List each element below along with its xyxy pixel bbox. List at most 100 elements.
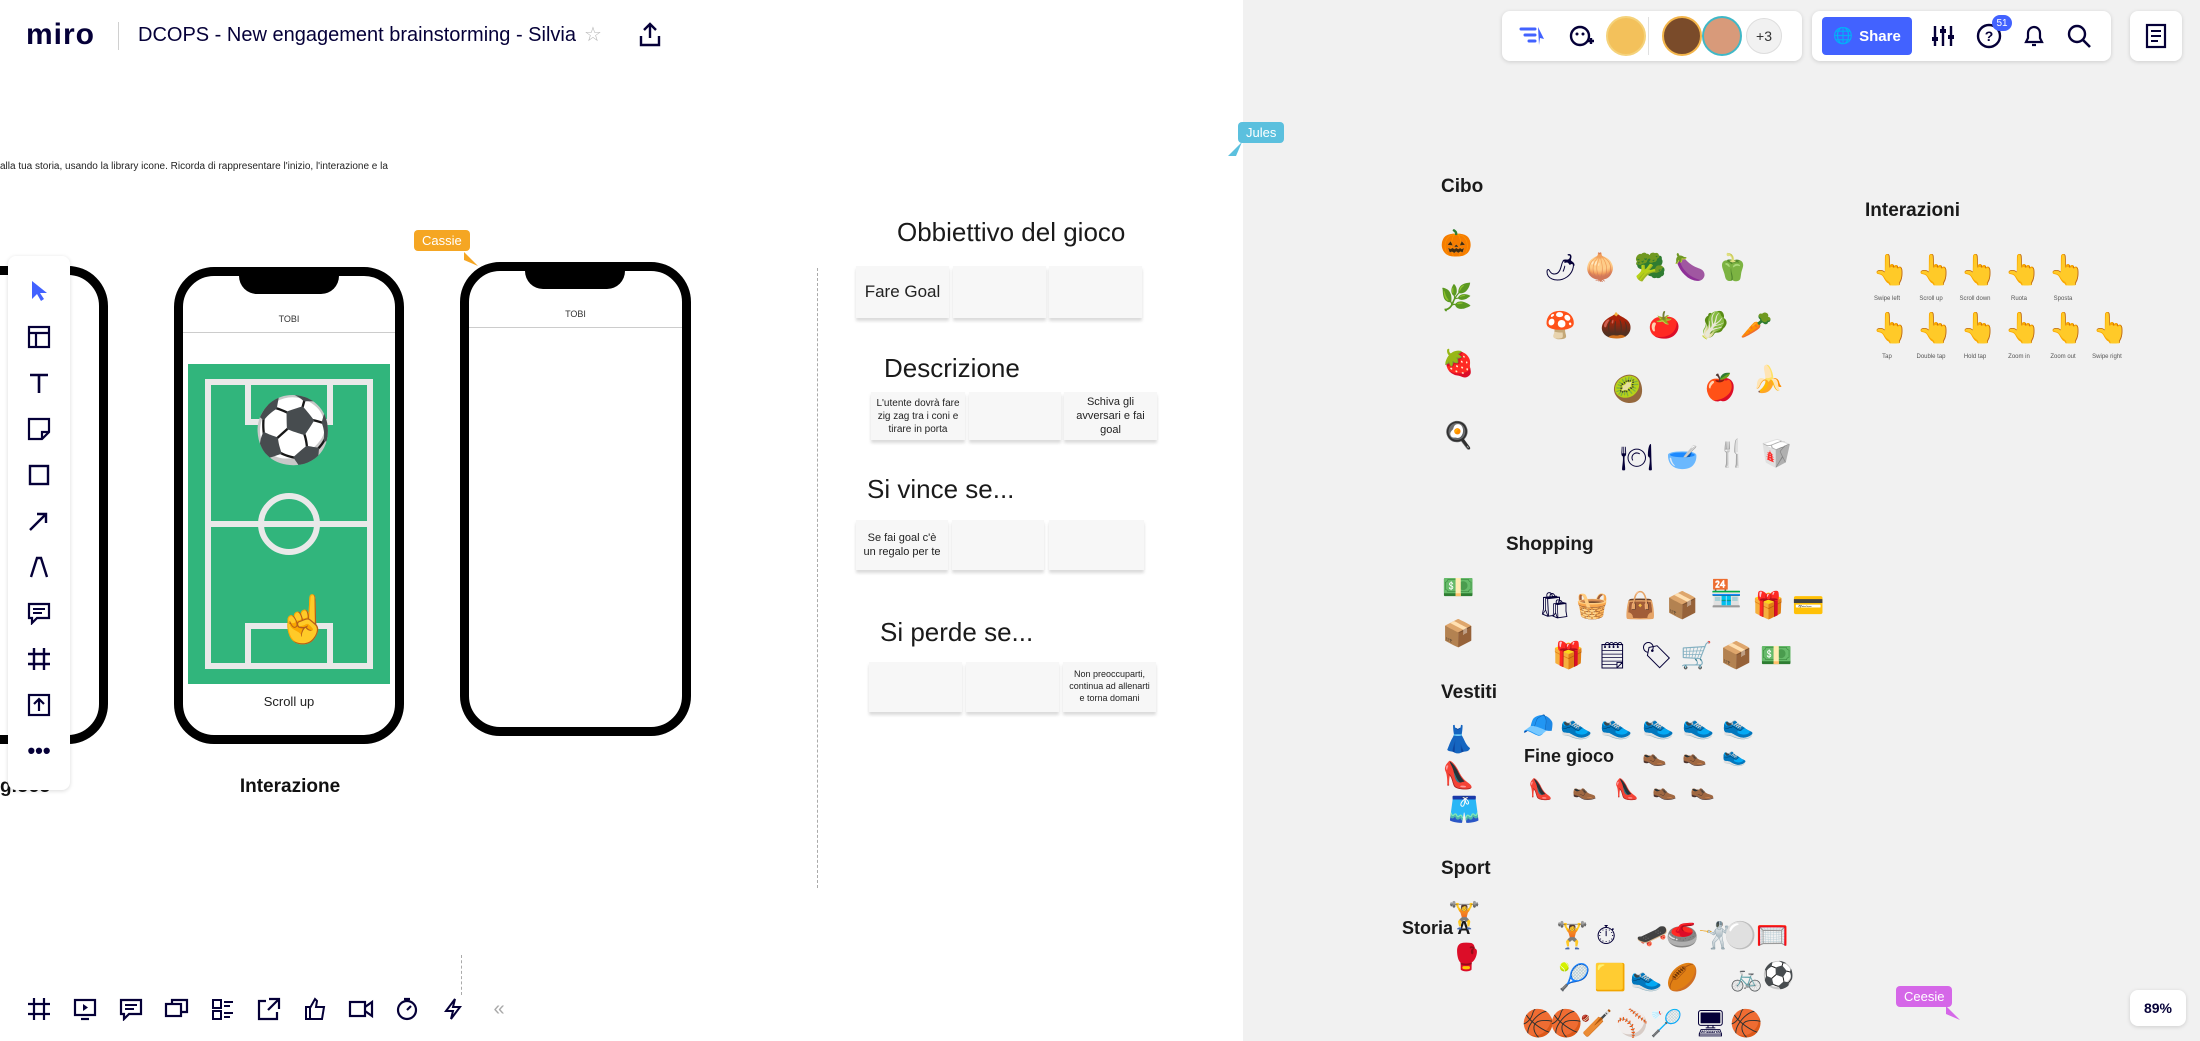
comment-icon[interactable] [22,596,56,630]
reactions-icon[interactable] [1518,23,1546,54]
cutlery-icon[interactable]: 🍴 [1716,440,1748,466]
avatar-user-1[interactable] [1606,16,1646,56]
sticky-note[interactable] [1049,266,1142,318]
swipe-right-gesture-icon[interactable]: 👆 [2092,314,2129,344]
shape-icon[interactable] [22,458,56,492]
board-list-icon[interactable] [206,992,240,1026]
frames-icon[interactable] [22,992,56,1026]
box-icon[interactable]: 📦 [1442,620,1474,646]
hoop-icon[interactable]: 🏀 [1730,1010,1762,1036]
rugby-ball-icon[interactable]: 🏉 [1666,964,1698,990]
broccoli-icon[interactable]: 🥦 [1634,254,1666,280]
eggplant-icon[interactable]: 🍆 [1674,254,1706,280]
zoom-out-gesture-icon[interactable]: 👆 [2048,314,2085,344]
skateboard-icon[interactable]: 🛹 [1636,922,1668,948]
zoom-level[interactable]: 89% [2130,990,2186,1026]
heel-icon[interactable]: 👠 [1528,780,1553,800]
money-icon[interactable]: 💵 [1442,574,1474,600]
miro-logo[interactable]: miro [26,18,95,52]
sneaker-icon[interactable]: 👟 [1600,712,1632,738]
sticky-note[interactable]: Se fai goal c'è un regalo per te [856,520,948,570]
gift-icon[interactable]: 🎁 [1752,592,1784,618]
frame-icon[interactable] [22,642,56,676]
scoreboard-icon[interactable]: 🖥 [1694,1010,1727,1036]
search-icon[interactable] [2066,23,2092,54]
gift-small-icon[interactable]: 🎁 [1552,642,1584,668]
collapse-icon[interactable]: « [482,992,516,1026]
tap-gesture-icon[interactable]: 👆 [1872,314,1909,344]
swipe-left-gesture-icon[interactable]: 👆 [1872,256,1909,286]
banana-icon[interactable]: 🍌 [1752,366,1784,392]
store-icon[interactable]: 🏪 [1710,580,1742,606]
basket-icon[interactable]: 🧺 [1576,592,1608,618]
avatar-user-2[interactable] [1662,16,1702,56]
video-icon[interactable] [344,992,378,1026]
stopwatch-icon[interactable]: ⏱ [1596,922,1616,948]
high-heel-icon[interactable]: 👠 [1442,762,1474,788]
sticky-note[interactable] [953,266,1046,318]
lettuce-icon[interactable]: 🥬 [1698,312,1730,338]
pepper-icon[interactable]: 🫑 [1716,254,1748,280]
heel-icon[interactable]: 👠 [1614,780,1639,800]
timer-icon[interactable] [390,992,424,1026]
card-icon[interactable]: 💳 [1792,592,1824,618]
asparagus-icon[interactable]: 🌿 [1440,284,1472,310]
badminton-icon[interactable]: 🏸 [1650,1010,1682,1036]
sticky-note[interactable] [969,392,1061,440]
ball-outline-icon[interactable]: ⚪ [1724,922,1756,948]
sticky-note[interactable]: L'utente dovrà fare zig zag tra i coni e… [871,392,965,440]
sticky-note[interactable]: Non preoccuparti, continua ad allenarti … [1063,662,1156,712]
basketball-icon[interactable]: 🏀 [1550,1010,1582,1036]
dish-icon[interactable]: 🥣 [1666,444,1698,470]
move-gesture-icon[interactable]: 👆 [2048,256,2085,286]
yellow-card-icon[interactable]: 🟨 [1594,964,1626,990]
add-collaborator-icon[interactable] [1568,23,1596,56]
scroll-up-gesture-icon[interactable]: 👆 [1916,256,1953,286]
pen-icon[interactable] [22,550,56,584]
baseball-icon[interactable]: ⚾ [1616,1010,1648,1036]
section-title-objective[interactable]: Obbiettivo del gioco [897,217,1125,248]
strawberry-icon[interactable]: 🍓 [1442,350,1474,376]
presentation-icon[interactable] [68,992,102,1026]
shoe-icon[interactable]: 👞 [1690,780,1715,800]
notes-icon[interactable] [2144,23,2168,54]
text-icon[interactable] [22,366,56,400]
more-collaborators[interactable]: +3 [1746,18,1782,54]
hold-tap-gesture-icon[interactable]: 👆 [1960,314,1997,344]
goal-net-icon[interactable]: 🥅 [1756,922,1788,948]
arrow-icon[interactable] [22,504,56,538]
frying-pan-icon[interactable]: 🍳 [1442,422,1474,448]
cap-icon[interactable]: 🧢 [1522,712,1554,738]
section-title-win[interactable]: Si vince se... [867,474,1014,505]
shoe-icon[interactable]: 👞 [1682,746,1707,766]
double-tap-gesture-icon[interactable]: 👆 [1916,314,1953,344]
export-icon[interactable] [638,22,662,48]
bell-icon[interactable] [2022,23,2046,54]
dumbbell-icon[interactable]: 🏋 [1448,902,1480,928]
apple-icon[interactable]: 🍎 [1704,374,1736,400]
bat-icon[interactable]: 🏏 [1580,1010,1612,1036]
shoe-icon[interactable]: 👞 [1652,780,1677,800]
sticky-note[interactable] [966,662,1059,712]
lightning-icon[interactable] [436,992,470,1026]
package-icon[interactable]: 📦 [1666,592,1698,618]
shorts-icon[interactable]: 🩳 [1448,796,1480,822]
phone-frame-end[interactable]: TOBI [460,262,691,736]
sticky-note-icon[interactable] [22,412,56,446]
sneaker-icon[interactable]: 👟 [1560,712,1592,738]
tennis-ball-icon[interactable]: 🎾 [1558,964,1590,990]
cash-icon[interactable]: 💵 [1760,642,1792,668]
avatar-user-3[interactable] [1702,16,1742,56]
bag-icon[interactable]: 👜 [1624,592,1656,618]
templates-icon[interactable] [22,320,56,354]
scroll-down-gesture-icon[interactable]: 👆 [1960,256,1997,286]
section-title-lose[interactable]: Si perde se... [880,617,1033,648]
vote-icon[interactable] [298,992,332,1026]
chestnut-icon[interactable]: 🌰 [1600,312,1632,338]
package-open-icon[interactable]: 📦 [1720,642,1752,668]
bicycle-icon[interactable]: 🚲 [1730,964,1762,990]
shoe-icon[interactable]: 👟 [1722,746,1747,766]
shopping-bag-icon[interactable]: 🛍 [1538,592,1571,618]
kiwi-icon[interactable]: 🥝 [1612,376,1644,402]
pumpkin-icon[interactable]: 🎃 [1440,230,1472,256]
